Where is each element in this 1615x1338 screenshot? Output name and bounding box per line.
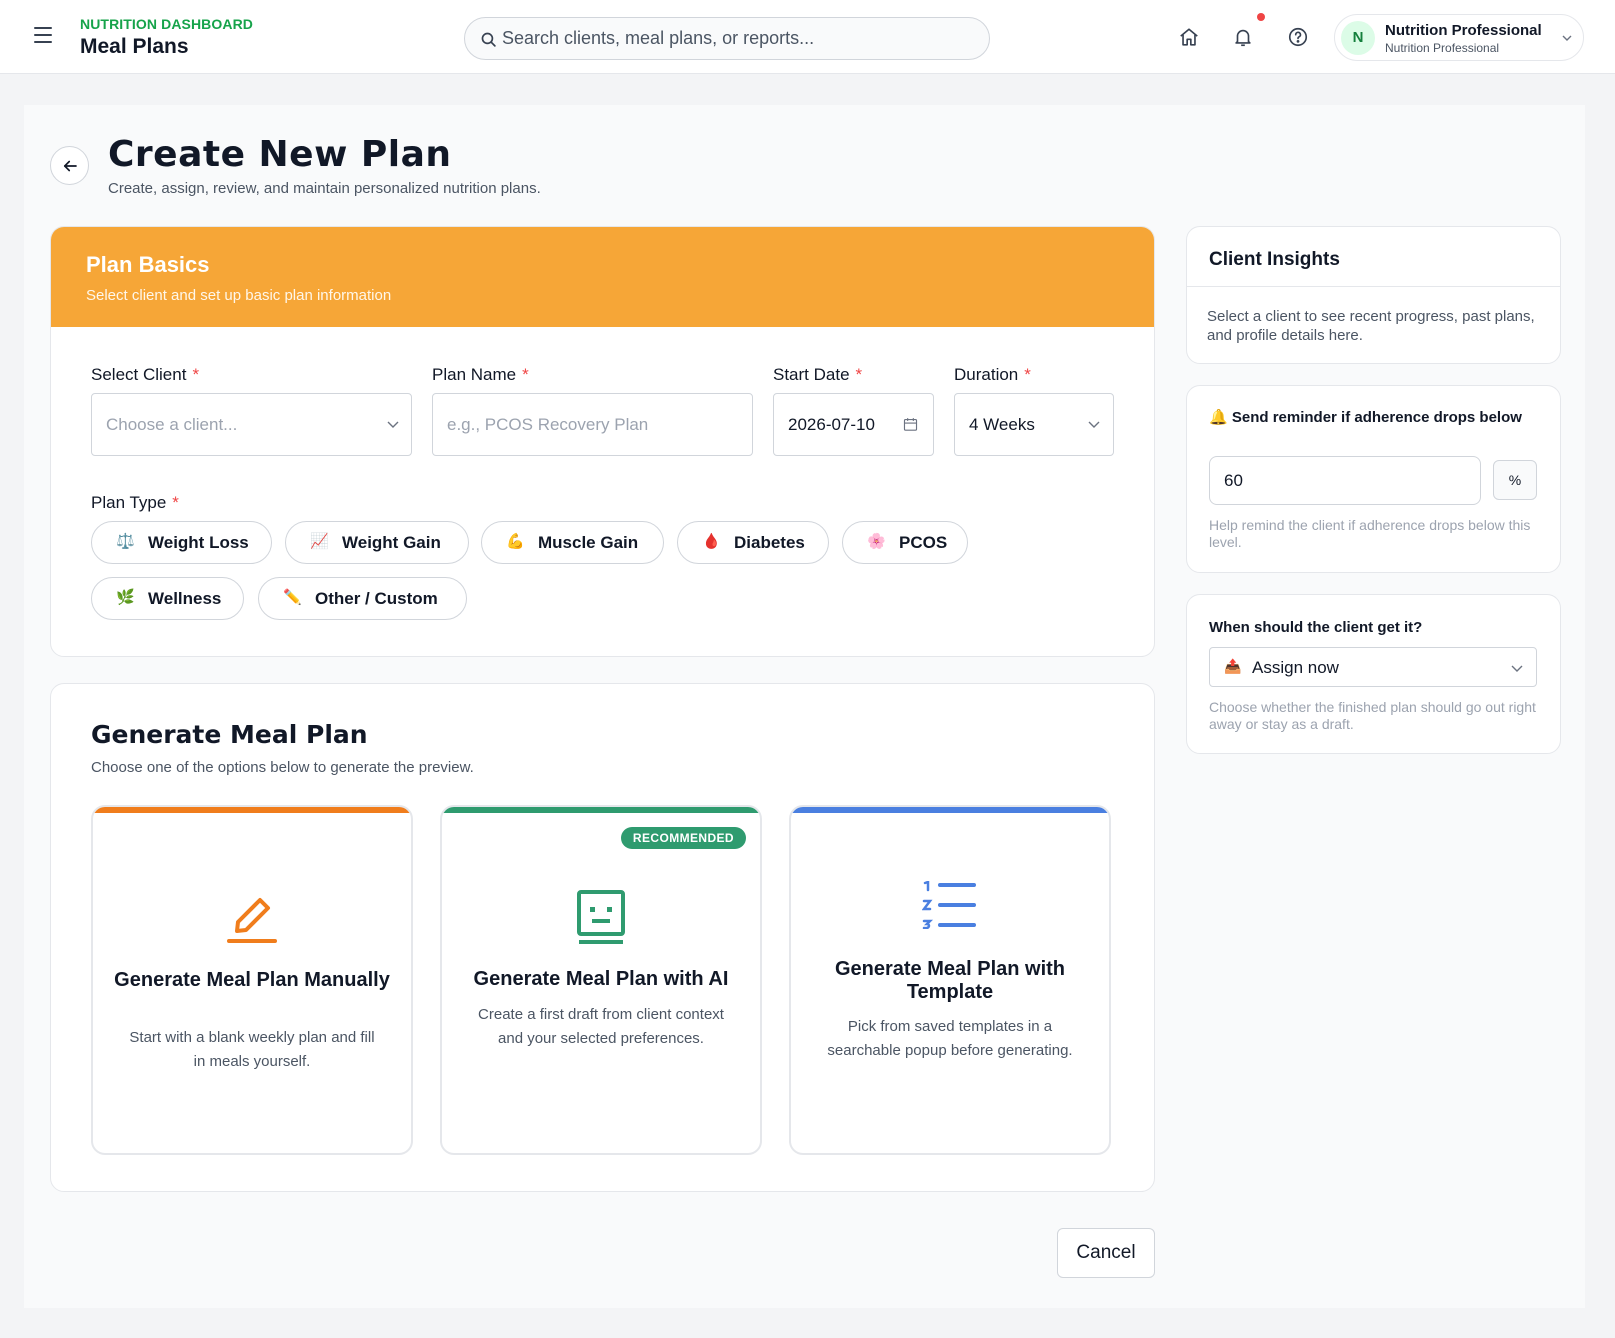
plan-basics-card: Plan Basics Select client and set up bas… <box>50 226 1155 657</box>
chevron-down-icon <box>1562 35 1572 41</box>
plan-name-placeholder: e.g., PCOS Recovery Plan <box>447 415 649 434</box>
plan-type-weight-loss[interactable]: ⚖️ Weight Loss <box>91 521 272 564</box>
bell-icon: 🔔 <box>1209 409 1228 426</box>
client-insights-card: Client Insights Select a client to see r… <box>1186 226 1561 364</box>
plan-type-label: Weight Loss <box>148 533 249 552</box>
reminder-label: 🔔 Send reminder if adherence drops below <box>1209 409 1522 426</box>
top-bar: NUTRITION DASHBOARD Meal Plans N Nutriti… <box>0 0 1615 74</box>
page-title: Create New Plan <box>108 134 452 175</box>
flexed-biceps-icon: 💪 <box>506 533 525 550</box>
flower-icon: 🌸 <box>867 533 886 550</box>
client-select[interactable]: Choose a client... <box>91 393 412 456</box>
outbox-icon: 📤 <box>1224 658 1242 674</box>
generate-meal-plan-card: Generate Meal Plan Choose one of the opt… <box>50 683 1155 1192</box>
plan-type-label: PCOS <box>899 533 948 552</box>
accent-bar <box>791 807 1109 813</box>
herb-icon: 🌿 <box>116 589 135 606</box>
arrow-left-icon <box>63 160 77 172</box>
plan-name-label: Plan Name * <box>432 365 529 384</box>
client-insights-title: Client Insights <box>1209 249 1340 270</box>
user-menu[interactable]: N Nutrition Professional Nutrition Profe… <box>1334 14 1584 61</box>
notification-badge <box>1257 13 1265 21</box>
help-icon[interactable] <box>1287 26 1309 48</box>
duration-select[interactable]: 4 Weeks <box>954 393 1114 456</box>
reminder-help-text: Help remind the client if adherence drop… <box>1209 517 1531 550</box>
generate-subtitle: Choose one of the options below to gener… <box>91 759 474 776</box>
plan-type-weight-gain[interactable]: 📈 Weight Gain <box>285 521 469 564</box>
option-description: Start with a blank weekly plan and fill … <box>129 1029 375 1070</box>
delivery-help-text: Choose whether the finished plan should … <box>1209 699 1536 732</box>
brand: NUTRITION DASHBOARD Meal Plans <box>80 16 253 59</box>
bell-icon[interactable] <box>1232 26 1254 48</box>
generate-with-template-option[interactable]: Generate Meal Plan with Template Pick fr… <box>789 805 1111 1155</box>
page-subtitle: Create, assign, review, and maintain per… <box>108 180 541 197</box>
option-title: Generate Meal Plan Manually <box>114 969 390 991</box>
plan-type-label: Plan Type * <box>91 493 179 512</box>
start-date-label: Start Date * <box>773 365 863 384</box>
delivery-select[interactable]: 📤 Assign now <box>1209 647 1537 687</box>
plan-basics-subtitle: Select client and set up basic plan info… <box>86 287 392 304</box>
home-icon[interactable] <box>1178 26 1200 48</box>
delivery-value: Assign now <box>1252 658 1339 677</box>
option-description: Create a first draft from client context… <box>478 1006 724 1047</box>
plan-type-pcos[interactable]: 🌸 PCOS <box>842 521 968 564</box>
user-role: Nutrition Professional <box>1385 41 1500 55</box>
plan-basics-title: Plan Basics <box>86 252 210 277</box>
section-title: Meal Plans <box>80 35 189 58</box>
duration-value: 4 Weeks <box>969 415 1035 434</box>
search-bar[interactable] <box>464 17 990 60</box>
chevron-down-icon <box>387 421 399 428</box>
plan-type-label: Weight Gain <box>342 533 441 552</box>
reminder-card: 🔔 Send reminder if adherence drops below… <box>1186 385 1561 573</box>
adherence-threshold-input[interactable] <box>1209 456 1481 505</box>
plan-type-label: Diabetes <box>734 533 805 552</box>
robot-icon <box>577 890 625 944</box>
option-title: Generate Meal Plan with Template <box>834 958 1066 1003</box>
plan-type-label: Other / Custom <box>315 589 438 608</box>
generate-title: Generate Meal Plan <box>91 720 368 749</box>
start-date-input[interactable]: 2026-07-10 <box>773 393 934 456</box>
back-button[interactable] <box>50 146 89 185</box>
avatar: N <box>1341 21 1375 55</box>
recommended-badge: RECOMMENDED <box>620 827 746 849</box>
plan-type-other-custom[interactable]: ✏️ Other / Custom <box>258 577 467 620</box>
start-date-value: 2026-07-10 <box>788 415 875 434</box>
chevron-down-icon <box>1511 665 1523 672</box>
option-title: Generate Meal Plan with AI <box>473 968 729 990</box>
percent-unit: % <box>1493 460 1537 500</box>
pencil-icon: ✏️ <box>283 589 302 606</box>
client-insights-text: Select a client to see recent progress, … <box>1207 308 1535 344</box>
duration-label: Duration * <box>954 365 1031 384</box>
plan-type-label: Wellness <box>148 589 222 608</box>
numbered-list-icon <box>922 881 976 929</box>
plan-type-muscle-gain[interactable]: 💪 Muscle Gain <box>481 521 664 564</box>
select-client-label: Select Client * <box>91 365 200 384</box>
delivery-card: When should the client get it? 📤 Assign … <box>1186 594 1561 754</box>
generate-manually-option[interactable]: Generate Meal Plan Manually Start with a… <box>91 805 413 1155</box>
plan-name-input[interactable]: e.g., PCOS Recovery Plan <box>432 393 753 456</box>
chart-up-icon: 📈 <box>310 533 329 550</box>
generate-with-ai-option[interactable]: RECOMMENDED Generate Meal Plan with AI C… <box>440 805 762 1155</box>
search-input[interactable] <box>502 18 972 59</box>
accent-bar <box>93 807 411 813</box>
accent-bar <box>442 807 760 813</box>
option-description: Pick from saved templates in a searchabl… <box>827 1018 1073 1059</box>
blood-drop-icon: 🩸 <box>702 533 721 550</box>
plan-type-diabetes[interactable]: 🩸 Diabetes <box>677 521 829 564</box>
plan-basics-header: Plan Basics Select client and set up bas… <box>51 227 1154 327</box>
scale-icon: ⚖️ <box>116 533 135 550</box>
user-name: Nutrition Professional <box>1385 22 1542 39</box>
client-select-placeholder: Choose a client... <box>106 415 238 434</box>
pencil-icon <box>227 898 277 943</box>
divider <box>1187 286 1560 287</box>
brand-kicker: NUTRITION DASHBOARD <box>80 16 254 32</box>
search-icon <box>481 32 496 47</box>
calendar-icon[interactable] <box>902 416 919 433</box>
plan-type-wellness[interactable]: 🌿 Wellness <box>91 577 244 620</box>
menu-icon[interactable] <box>34 27 56 47</box>
delivery-label: When should the client get it? <box>1209 619 1423 636</box>
chevron-down-icon <box>1088 421 1100 428</box>
cancel-button[interactable]: Cancel <box>1057 1228 1155 1278</box>
plan-type-label: Muscle Gain <box>538 533 639 552</box>
